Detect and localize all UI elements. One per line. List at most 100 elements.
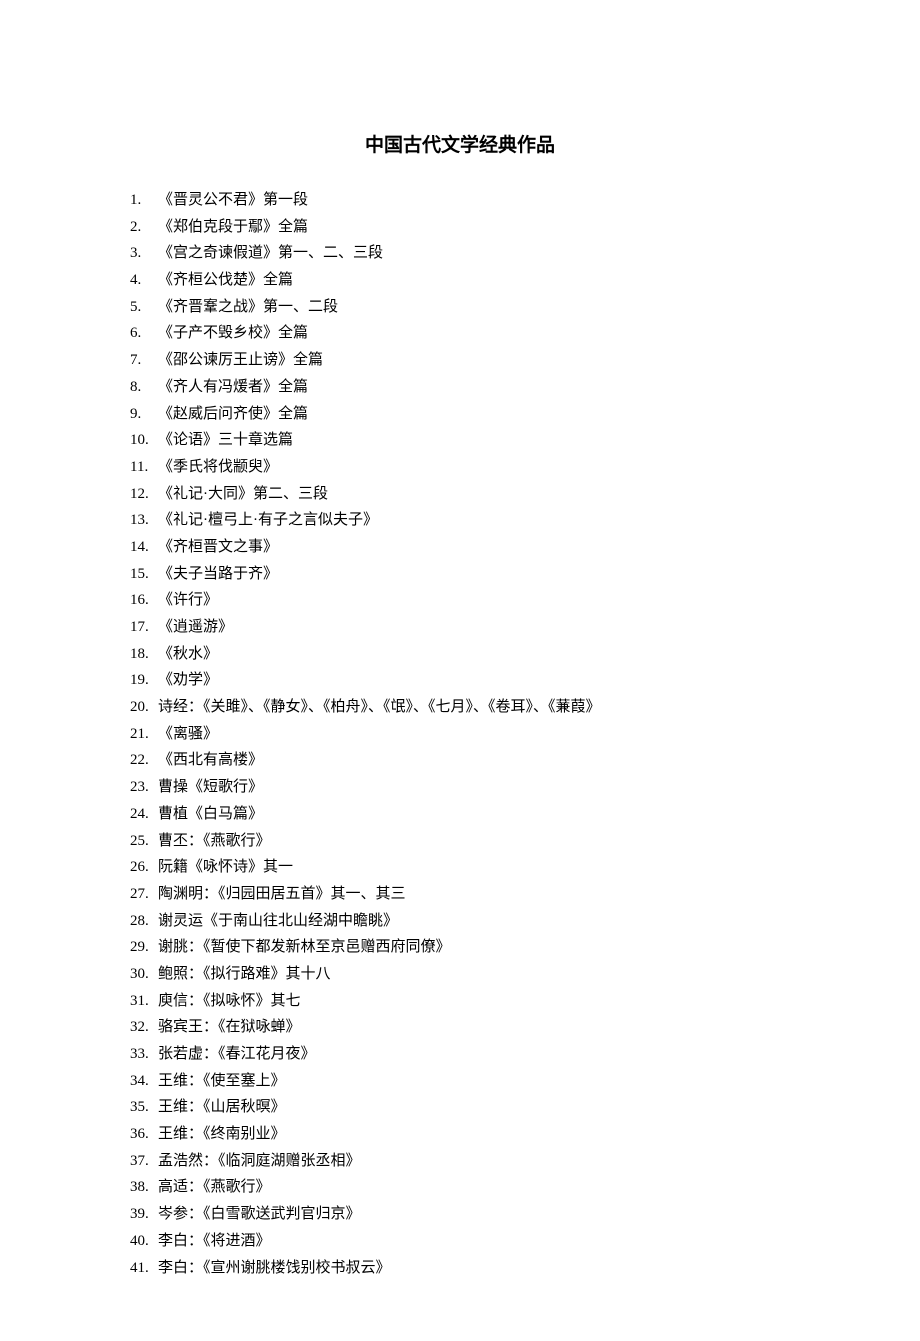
list-item-text: 诗经：《关雎》、《静女》、《柏舟》、《氓》、《七月》、《卷耳》、《蒹葭》 [158, 694, 790, 721]
list-item-text: 《齐桓晋文之事》 [158, 534, 790, 561]
list-item-text: 王维：《使至塞上》 [158, 1068, 790, 1095]
list-item-text: 《礼记·大同》第二、三段 [158, 481, 790, 508]
list-item-text: 《子产不毁乡校》全篇 [158, 320, 790, 347]
list-item-number: 16. [130, 587, 158, 614]
list-item: 22.《西北有高楼》 [130, 747, 790, 774]
list-item-number: 7. [130, 347, 158, 374]
list-item-text: 曹植《白马篇》 [158, 801, 790, 828]
list-item: 11.《季氏将伐颛臾》 [130, 454, 790, 481]
list-item: 20.诗经：《关雎》、《静女》、《柏舟》、《氓》、《七月》、《卷耳》、《蒹葭》 [130, 694, 790, 721]
list-item: 28.谢灵运《于南山往北山经湖中瞻眺》 [130, 908, 790, 935]
list-item-text: 《论语》三十章选篇 [158, 427, 790, 454]
list-item-number: 17. [130, 614, 158, 641]
list-item-text: 《齐人有冯煖者》全篇 [158, 374, 790, 401]
list-item-number: 37. [130, 1148, 158, 1175]
list-item-number: 28. [130, 908, 158, 935]
list-item-number: 41. [130, 1255, 158, 1282]
list-item-number: 23. [130, 774, 158, 801]
list-item: 1.《晋灵公不君》第一段 [130, 187, 790, 214]
list-item-number: 18. [130, 641, 158, 668]
list-item-number: 14. [130, 534, 158, 561]
list-item-number: 39. [130, 1201, 158, 1228]
list-item-text: 庾信：《拟咏怀》其七 [158, 988, 790, 1015]
list-item-number: 38. [130, 1174, 158, 1201]
list-item: 4.《齐桓公伐楚》全篇 [130, 267, 790, 294]
list-item-number: 24. [130, 801, 158, 828]
list-item-text: 王维：《山居秋暝》 [158, 1094, 790, 1121]
list-item-text: 王维：《终南别业》 [158, 1121, 790, 1148]
list-item-number: 30. [130, 961, 158, 988]
list-item-number: 22. [130, 747, 158, 774]
list-item-number: 10. [130, 427, 158, 454]
list-item: 17.《逍遥游》 [130, 614, 790, 641]
list-item: 21.《离骚》 [130, 721, 790, 748]
list-item: 23.曹操《短歌行》 [130, 774, 790, 801]
list-item-text: 阮籍《咏怀诗》其一 [158, 854, 790, 881]
list-item-text: 李白：《将进酒》 [158, 1228, 790, 1255]
list-item: 24.曹植《白马篇》 [130, 801, 790, 828]
list-item-number: 9. [130, 401, 158, 428]
list-item: 10.《论语》三十章选篇 [130, 427, 790, 454]
list-item-text: 《礼记·檀弓上·有子之言似夫子》 [158, 507, 790, 534]
page-title: 中国古代文学经典作品 [130, 130, 790, 157]
list-item-number: 12. [130, 481, 158, 508]
list-item: 7.《邵公谏厉王止谤》全篇 [130, 347, 790, 374]
list-item: 36.王维：《终南别业》 [130, 1121, 790, 1148]
list-item: 8.《齐人有冯煖者》全篇 [130, 374, 790, 401]
list-item: 27.陶渊明：《归园田居五首》其一、其三 [130, 881, 790, 908]
list-item: 38.高适：《燕歌行》 [130, 1174, 790, 1201]
list-item-text: 《邵公谏厉王止谤》全篇 [158, 347, 790, 374]
list-item: 18.《秋水》 [130, 641, 790, 668]
list-item-number: 32. [130, 1014, 158, 1041]
list-item-text: 曹丕：《燕歌行》 [158, 828, 790, 855]
list-item: 25.曹丕：《燕歌行》 [130, 828, 790, 855]
list-item: 41.李白：《宣州谢朓楼饯别校书叔云》 [130, 1255, 790, 1282]
list-item-number: 8. [130, 374, 158, 401]
list-item-text: 《赵威后问齐使》全篇 [158, 401, 790, 428]
list-item-number: 40. [130, 1228, 158, 1255]
list-item: 33.张若虚：《春江花月夜》 [130, 1041, 790, 1068]
list-item: 34.王维：《使至塞上》 [130, 1068, 790, 1095]
list-item-number: 6. [130, 320, 158, 347]
works-list: 1.《晋灵公不君》第一段2.《郑伯克段于鄢》全篇3.《宫之奇谏假道》第一、二、三… [130, 187, 790, 1281]
list-item-text: 《宫之奇谏假道》第一、二、三段 [158, 240, 790, 267]
list-item-number: 19. [130, 667, 158, 694]
list-item-text: 张若虚：《春江花月夜》 [158, 1041, 790, 1068]
list-item-number: 27. [130, 881, 158, 908]
list-item-text: 鲍照：《拟行路难》其十八 [158, 961, 790, 988]
list-item-number: 36. [130, 1121, 158, 1148]
list-item: 12.《礼记·大同》第二、三段 [130, 481, 790, 508]
list-item-number: 21. [130, 721, 158, 748]
list-item-text: 《夫子当路于齐》 [158, 561, 790, 588]
list-item: 6.《子产不毁乡校》全篇 [130, 320, 790, 347]
list-item-number: 29. [130, 934, 158, 961]
list-item: 13.《礼记·檀弓上·有子之言似夫子》 [130, 507, 790, 534]
list-item-text: 孟浩然：《临洞庭湖赠张丞相》 [158, 1148, 790, 1175]
list-item-text: 李白：《宣州谢朓楼饯别校书叔云》 [158, 1255, 790, 1282]
list-item-text: 《齐桓公伐楚》全篇 [158, 267, 790, 294]
list-item-number: 25. [130, 828, 158, 855]
list-item-number: 11. [130, 454, 158, 481]
list-item: 15.《夫子当路于齐》 [130, 561, 790, 588]
list-item-text: 谢灵运《于南山往北山经湖中瞻眺》 [158, 908, 790, 935]
list-item: 19.《劝学》 [130, 667, 790, 694]
list-item: 35.王维：《山居秋暝》 [130, 1094, 790, 1121]
list-item-number: 2. [130, 214, 158, 241]
list-item-text: 骆宾王：《在狱咏蝉》 [158, 1014, 790, 1041]
list-item-number: 33. [130, 1041, 158, 1068]
list-item-text: 高适：《燕歌行》 [158, 1174, 790, 1201]
list-item-text: 《许行》 [158, 587, 790, 614]
list-item-number: 35. [130, 1094, 158, 1121]
list-item-number: 34. [130, 1068, 158, 1095]
list-item-number: 1. [130, 187, 158, 214]
list-item-number: 4. [130, 267, 158, 294]
list-item-text: 谢朓：《暂使下都发新林至京邑赠西府同僚》 [158, 934, 790, 961]
list-item: 30.鲍照：《拟行路难》其十八 [130, 961, 790, 988]
list-item: 29.谢朓：《暂使下都发新林至京邑赠西府同僚》 [130, 934, 790, 961]
list-item: 39.岑参：《白雪歌送武判官归京》 [130, 1201, 790, 1228]
list-item: 5.《齐晋鞌之战》第一、二段 [130, 294, 790, 321]
list-item-text: 陶渊明：《归园田居五首》其一、其三 [158, 881, 790, 908]
list-item-text: 《晋灵公不君》第一段 [158, 187, 790, 214]
list-item: 40.李白：《将进酒》 [130, 1228, 790, 1255]
list-item-text: 《郑伯克段于鄢》全篇 [158, 214, 790, 241]
